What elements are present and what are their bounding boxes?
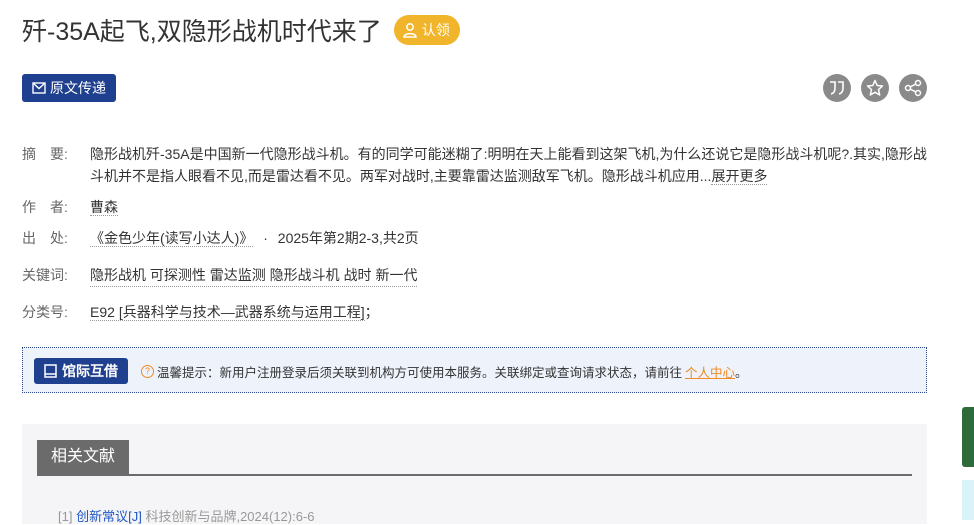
abstract-section: 摘 要: 隐形战机歼-35A是中国新一代隐形战斗机。有的同学可能迷糊了:明明在天…	[22, 143, 932, 189]
keyword-link[interactable]: 新一代	[375, 267, 417, 283]
author-label: 作 者:	[22, 199, 68, 215]
tip-prefix: 温馨提示：新用户注册登录后须关联到机构方可使用本服务。关联绑定或查询请求状态，请…	[157, 366, 683, 380]
source-separator: ·	[263, 230, 268, 246]
tab-related-literature[interactable]: 相关文献	[37, 440, 130, 474]
keywords-label: 关键词:	[22, 267, 68, 283]
source-issue: 2025年第2期2-3,共2页	[277, 230, 419, 246]
list-item: [1] 创新常议[J] 科技创新与品牌,2024(12):6-6	[58, 506, 315, 525]
keyword-link[interactable]: 可探测性	[150, 267, 206, 283]
side-float-tab[interactable]	[962, 407, 974, 467]
classification-code: E92	[90, 304, 115, 320]
share-button[interactable]	[899, 74, 927, 102]
abstract-line-2: 斗机并不是指人眼看不见,而是雷达看不见。两军对战时,主要靠雷达监测敌军飞机。隐形…	[90, 168, 712, 184]
classification-desc: [兵器科学与技术—武器系统与运用工程]	[118, 304, 365, 320]
keyword-link[interactable]: 隐形战斗机	[270, 267, 340, 283]
expand-more-link[interactable]: 展开更多	[711, 168, 768, 185]
item-title-link[interactable]: 创新常议[J]	[76, 509, 142, 524]
source-section: 出 处: 《金色少年(读写小达人)》 · 2025年第2期2-3,共2页	[22, 227, 622, 249]
original-delivery-label: 原文传递	[50, 80, 106, 96]
item-index: [1]	[58, 509, 73, 524]
interlibrary-loan-label: 馆际互借	[62, 363, 118, 379]
source-journal-link[interactable]: 《金色少年(读写小达人)》	[90, 230, 254, 247]
source-label: 出 处:	[22, 230, 68, 246]
share-icon	[904, 79, 922, 97]
keyword-link[interactable]: 战时	[344, 267, 372, 283]
keyword-link[interactable]: 隐形战机	[90, 267, 146, 283]
document-icon	[44, 364, 57, 378]
user-icon	[403, 23, 417, 38]
related-literature-panel: 相关文献 [1] 创新常议[J] 科技创新与品牌,2024(12):6-6	[22, 424, 927, 524]
help-icon: ?	[141, 365, 154, 378]
keyword-list: 隐形战机 可探测性 雷达监测 隐形战斗机 战时 新一代	[90, 264, 418, 287]
interlibrary-loan-button[interactable]: 馆际互借	[34, 358, 128, 384]
personal-center-link[interactable]: 个人中心	[685, 362, 735, 381]
tip-suffix: 。	[735, 366, 748, 380]
classification-label: 分类号:	[22, 304, 68, 320]
item-source: 科技创新与品牌,2024(12):6-6	[145, 509, 315, 524]
original-delivery-button[interactable]: 原文传递	[22, 74, 116, 102]
quote-icon	[830, 81, 844, 95]
claim-label: 认领	[421, 22, 450, 38]
keyword-link[interactable]: 雷达监测	[210, 267, 266, 283]
classification-suffix: ；	[364, 304, 379, 320]
author-section: 作 者: 曹森	[22, 196, 422, 218]
abstract-line-1: 隐形战机歼-35A是中国新一代隐形战斗机。有的同学可能迷糊了:明明在天上能看到这…	[90, 146, 927, 162]
claim-button[interactable]: 认领	[393, 15, 460, 45]
quote-button[interactable]	[823, 74, 851, 102]
keywords-section: 关键词: 隐形战机 可探测性 雷达监测 隐形战斗机 战时 新一代	[22, 264, 622, 287]
author-link[interactable]: 曹森	[90, 199, 118, 216]
tip-text: ? 温馨提示：新用户注册登录后须关联到机构方可使用本服务。关联绑定或查询请求状态…	[141, 362, 748, 381]
classification-section: 分类号: E92 [兵器科学与技术—武器系统与运用工程]；	[22, 301, 622, 323]
article-title: 歼-35A起飞,双隐形战机时代来了	[22, 18, 382, 46]
tab-underline	[37, 474, 912, 476]
star-icon	[866, 79, 884, 96]
side-float-panel[interactable]	[962, 480, 974, 520]
abstract-label: 摘 要:	[22, 146, 68, 162]
interlibrary-loan-box: 馆际互借 ? 温馨提示：新用户注册登录后须关联到机构方可使用本服务。关联绑定或查…	[22, 347, 927, 393]
title-row: 歼-35A起飞,双隐形战机时代来了 认领	[22, 12, 460, 48]
favorite-button[interactable]	[861, 74, 889, 102]
classification-code-link[interactable]: E92 [兵器科学与技术—武器系统与运用工程]	[90, 304, 365, 321]
abstract-text: 隐形战机歼-35A是中国新一代隐形战斗机。有的同学可能迷糊了:明明在天上能看到这…	[90, 143, 932, 187]
mail-icon	[32, 82, 46, 94]
